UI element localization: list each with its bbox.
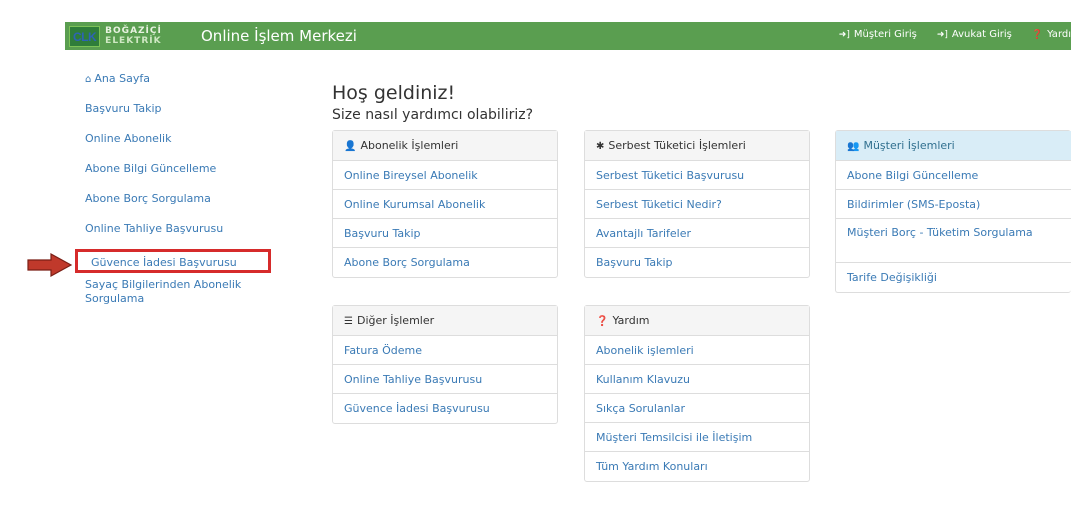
subscription-operations-panel: 👤 Abonelik İşlemleri Online Bireysel Abon… [332,130,558,278]
panel-heading: 👤 Abonelik İşlemleri [333,131,557,161]
panel-heading: ❓ Yardım [585,306,809,336]
list-item[interactable]: Online Tahliye Başvurusu [333,365,557,394]
list-item[interactable]: Tüm Yardım Konuları [585,452,809,481]
list-item[interactable]: Bildirimler (SMS-Eposta) [836,190,1071,219]
list-item[interactable]: Abone Bilgi Güncelleme [836,161,1071,190]
sidebar-item-home[interactable]: ⌂ Ana Sayfa [85,72,285,87]
list-item[interactable]: Online Bireysel Abonelik [333,161,557,190]
list-item[interactable]: Güvence İadesi Başvurusu [333,394,557,423]
list-item[interactable]: Müşteri Borç - Tüketim Sorgulama [836,219,1071,263]
panel-heading: 👥 Müşteri İşlemleri [836,131,1071,161]
lawyer-login-link[interactable]: ➜] Avukat Giriş [937,29,1012,40]
sign-in-icon: ➜] [936,29,948,40]
site-title[interactable]: Online İşlem Merkezi [201,27,357,45]
sidebar-item-deposit-refund[interactable]: Güvence İadesi Başvurusu [75,249,271,273]
customer-login-link[interactable]: ➜] Müşteri Giriş [839,29,917,40]
panel-heading: ✱ Serbest Tüketici İşlemleri [585,131,809,161]
panel-heading: ☰ Diğer İşlemler [333,306,557,336]
nav-links: ➜] Müşteri Giriş ➜] Avukat Giriş ❓ Yardı [839,29,1071,40]
list-item[interactable]: Tarife Değişikliği [836,263,1071,292]
list-item[interactable]: Başvuru Takip [333,219,557,248]
top-navbar: CLK BOĞAZİÇİ ELEKTRİK Online İşlem Merke… [65,22,1071,50]
list-item[interactable]: Kullanım Klavuzu [585,365,809,394]
list-item[interactable]: Sıkça Sorulanlar [585,394,809,423]
arrow-icon [27,252,73,278]
help-link[interactable]: ❓ Yardı [1032,29,1071,40]
list-item[interactable]: Avantajlı Tarifeler [585,219,809,248]
help-panel: ❓ Yardım Abonelik işlemleri Kullanım Klav… [584,305,810,482]
list-item[interactable]: Abonelik işlemleri [585,336,809,365]
sidebar-item-online-subscription[interactable]: Online Abonelik [85,132,285,146]
sign-in-icon: ➜] [838,29,850,40]
customer-operations-panel: 👥 Müşteri İşlemleri Abone Bilgi Güncellem… [835,130,1071,293]
company-logo[interactable]: CLK BOĞAZİÇİ ELEKTRİK [69,25,162,47]
list-item[interactable]: Online Kurumsal Abonelik [333,190,557,219]
sidebar-item-eviction-application[interactable]: Online Tahliye Başvurusu [85,222,285,236]
user-icon: 👤 [344,141,357,152]
other-operations-panel: ☰ Diğer İşlemler Fatura Ödeme Online Tahl… [332,305,558,424]
sidebar-item-meter-query[interactable]: Sayaç Bilgilerinden Abonelik Sorgulama [85,278,275,306]
list-item[interactable]: Abone Borç Sorgulama [333,248,557,277]
list-item[interactable]: Başvuru Takip [585,248,809,277]
list-item[interactable]: Müşteri Temsilcisi ile İletişim [585,423,809,452]
list-item[interactable]: Fatura Ödeme [333,336,557,365]
logo-mark: CLK [69,25,101,47]
sidebar-item-update-subscriber-info[interactable]: Abone Bilgi Güncelleme [85,162,285,176]
welcome-heading: Hoş geldiniz! [332,82,456,104]
list-item[interactable]: Serbest Tüketici Başvurusu [585,161,809,190]
question-circle-icon: ❓ [1031,29,1044,40]
question-circle-icon: ❓ [596,316,609,327]
home-icon: ⌂ [85,74,92,85]
sidebar-item-application-tracking[interactable]: Başvuru Takip [85,102,285,116]
list-icon: ☰ [344,316,353,327]
list-item[interactable]: Serbest Tüketici Nedir? [585,190,809,219]
asterisk-icon: ✱ [596,141,605,152]
free-consumer-operations-panel: ✱ Serbest Tüketici İşlemleri Serbest Tüke… [584,130,810,278]
users-icon: 👥 [847,141,860,152]
logo-text: BOĞAZİÇİ ELEKTRİK [105,26,162,46]
help-subtitle: Size nasıl yardımcı olabiliriz? [332,107,534,123]
sidebar-item-debt-query[interactable]: Abone Borç Sorgulama [85,192,285,206]
